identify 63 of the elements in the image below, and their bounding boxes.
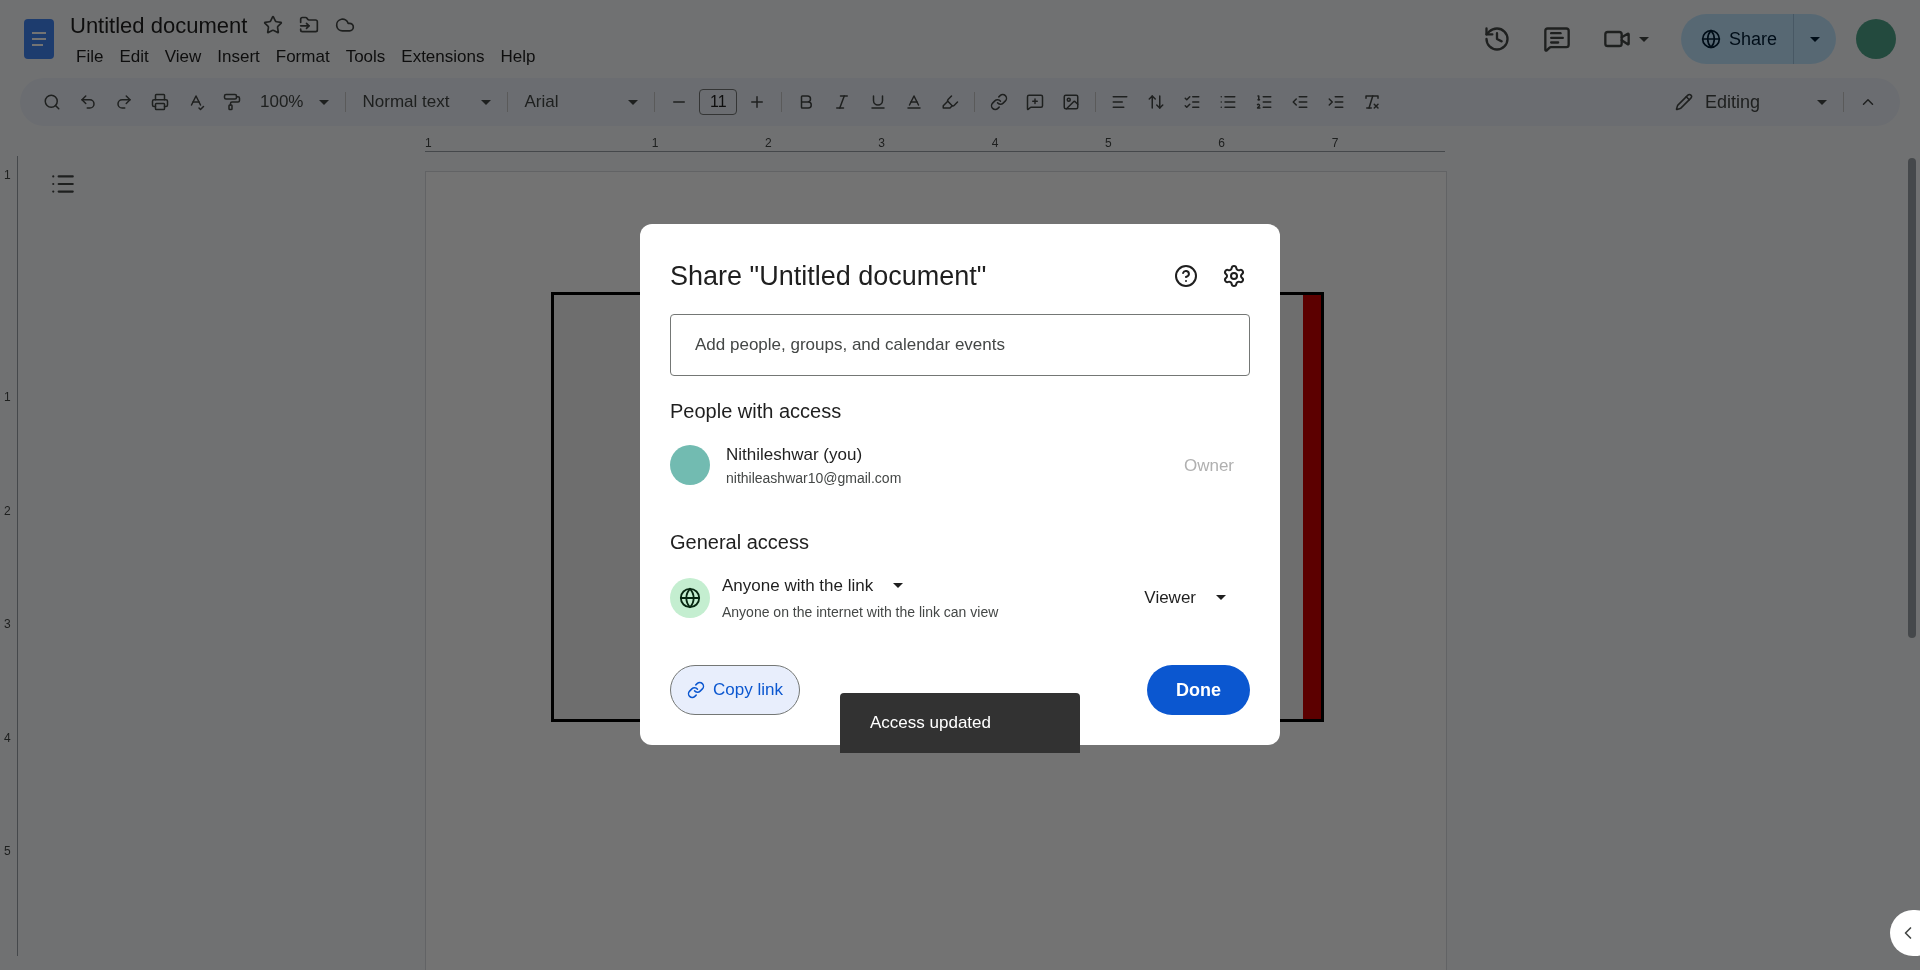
caret-icon <box>1216 595 1226 601</box>
docs-logo-icon[interactable] <box>24 19 54 59</box>
section-heading: General access <box>670 529 810 555</box>
ruler-number: 2 <box>3 502 12 520</box>
star-icon[interactable] <box>263 15 284 36</box>
document-title[interactable]: Untitled document <box>70 8 248 42</box>
menu-item[interactable]: Insert <box>211 43 266 70</box>
menu-item[interactable]: View <box>158 43 208 70</box>
font-size-field[interactable]: 11 <box>699 89 738 115</box>
comment-icon[interactable] <box>1542 25 1571 53</box>
menu-item[interactable]: Edit <box>113 43 155 70</box>
globe-icon <box>1700 29 1721 49</box>
ruler-number: 1 <box>651 135 660 152</box>
link-icon <box>687 681 705 699</box>
access-description: Anyone on the internet with the link can view <box>722 603 999 622</box>
caret-icon <box>1810 36 1820 42</box>
menu-item[interactable]: Extensions <box>395 43 491 70</box>
settings-icon[interactable] <box>1222 264 1246 288</box>
caret-icon <box>319 99 330 105</box>
zoom-select[interactable]: 100% <box>252 89 338 115</box>
menu-item[interactable]: Tools <box>339 43 392 70</box>
done-button[interactable]: Done <box>1147 665 1250 715</box>
dialog-title: Share "Untitled document" <box>670 259 988 293</box>
editing-mode-select[interactable]: Editing <box>1667 88 1835 116</box>
toast: Access updated <box>840 693 1080 753</box>
section-heading: People with access <box>670 399 843 424</box>
add-people-field[interactable]: Add people, groups, and calendar events <box>670 314 1250 376</box>
ruler-number: 4 <box>991 135 1000 152</box>
role-select[interactable]: Viewer <box>1144 585 1226 611</box>
help-icon[interactable] <box>1174 264 1198 288</box>
history-icon[interactable] <box>1482 25 1511 53</box>
caret-icon <box>1638 36 1649 42</box>
access-scope-select[interactable]: Anyone with the link <box>722 572 999 598</box>
ruler-number: 4 <box>3 729 12 747</box>
avatar[interactable] <box>1856 19 1896 59</box>
person-email: nithileashwar10@gmail.com <box>726 468 902 488</box>
ruler-number: 2 <box>765 135 773 152</box>
caret-icon <box>893 582 904 588</box>
caret-icon <box>481 99 492 105</box>
avatar <box>670 445 710 486</box>
ruler-number: 5 <box>3 843 12 861</box>
ruler-number: 7 <box>1331 135 1340 152</box>
ruler-number: 3 <box>3 616 12 634</box>
caret-icon <box>628 99 639 105</box>
ruler-number: 3 <box>878 135 886 152</box>
ruler-number: 1 <box>425 135 433 152</box>
menu-item[interactable]: Format <box>269 43 336 70</box>
move-folder-icon[interactable] <box>299 15 320 36</box>
style-select[interactable]: Normal text <box>354 89 500 115</box>
ruler-number: 6 <box>1218 135 1226 152</box>
ruler-number: 5 <box>1105 135 1113 152</box>
ruler-number: 1 <box>3 167 12 184</box>
pencil-icon <box>1675 93 1693 111</box>
role-label: Owner <box>1183 454 1234 477</box>
font-select[interactable]: Arial <box>516 89 647 115</box>
scrollbar[interactable] <box>1908 158 1916 638</box>
caret-icon <box>1817 99 1827 105</box>
globe-icon <box>670 577 710 618</box>
ruler-number: 1 <box>3 389 12 407</box>
menu-item[interactable]: File <box>70 43 110 70</box>
person-name: Nithileshwar (you) <box>726 444 864 466</box>
copy-link-button[interactable]: Copy link <box>670 665 800 715</box>
menu-item[interactable]: Help <box>494 43 542 70</box>
